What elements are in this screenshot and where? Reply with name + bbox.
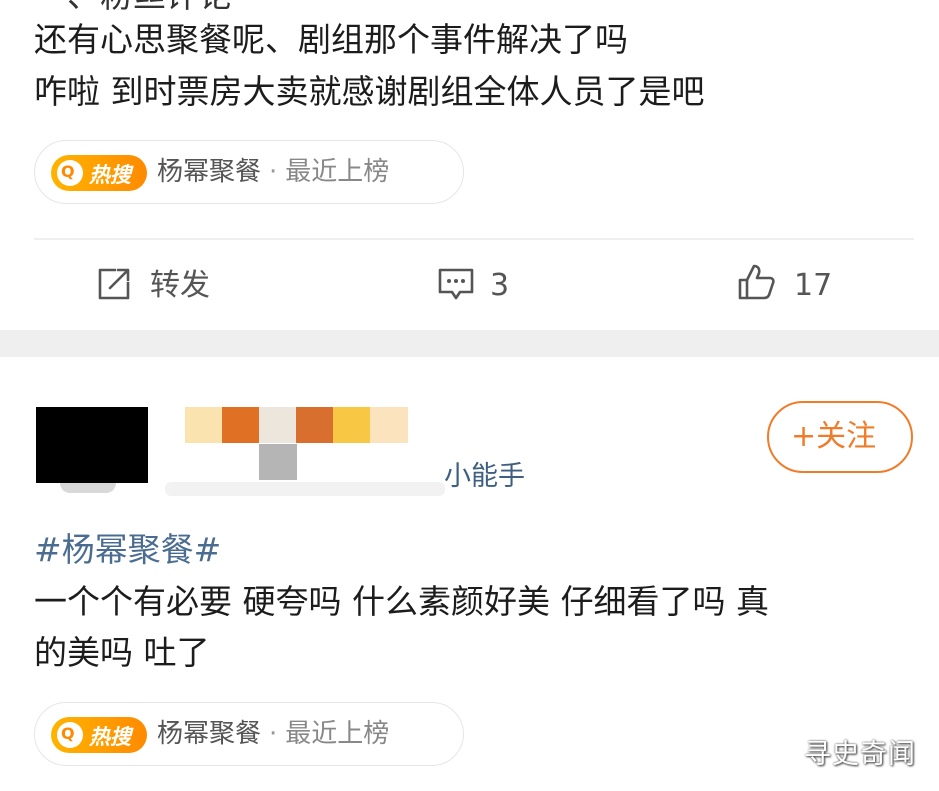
search-icon: Q <box>57 722 83 748</box>
mosaic-cell <box>185 407 223 443</box>
hot-search-badge: Q 热搜 <box>51 155 147 191</box>
comment-button[interactable]: 3 <box>436 264 526 308</box>
mosaic-cell <box>222 407 260 443</box>
hot-search-status: 最近上榜 <box>285 719 390 749</box>
comment-count: 3 <box>490 268 510 303</box>
divider <box>34 238 914 240</box>
post-text-line: 一个个有必要 硬夸吗 什么素颜好美 仔细看了吗 真 <box>34 582 769 621</box>
hot-search-badge-label: 热搜 <box>89 725 131 749</box>
hot-search-topic: 杨幂聚餐 <box>157 157 262 187</box>
hot-search-badge-label: 热搜 <box>89 163 131 187</box>
avatar[interactable] <box>36 407 148 483</box>
thumbs-up-icon <box>738 264 775 300</box>
hot-search-tag[interactable]: Q 热搜 杨幂聚餐 · 最近上榜 <box>34 140 464 204</box>
watermark: 寻史奇闻 <box>804 739 916 770</box>
mosaic-cell <box>259 407 297 443</box>
share-icon <box>98 268 130 300</box>
post-text-line: 还有心思聚餐呢、剧组那个事件解决了吗 <box>34 20 628 59</box>
follow-button[interactable]: +关注 <box>767 401 913 473</box>
repost-button[interactable]: 转发 <box>94 264 234 308</box>
post-text-truncated: 一、粉丝评论 <box>34 0 232 16</box>
user-title: 小能手 <box>444 461 525 492</box>
hot-search-text: 杨幂聚餐 · 最近上榜 <box>157 716 389 752</box>
hot-search-separator: · <box>269 157 278 187</box>
mosaic-cell <box>333 407 371 443</box>
search-icon: Q <box>57 160 83 186</box>
mosaic-cell <box>370 407 408 443</box>
hot-search-status: 最近上榜 <box>285 157 390 187</box>
mosaic-cell <box>259 444 297 480</box>
hot-search-badge: Q 热搜 <box>51 717 147 753</box>
hot-search-text: 杨幂聚餐 · 最近上榜 <box>157 154 389 190</box>
hot-search-separator: · <box>269 719 278 749</box>
comment-icon <box>438 268 474 300</box>
hot-search-tag[interactable]: Q 热搜 杨幂聚餐 · 最近上榜 <box>34 702 464 766</box>
follow-label: +关注 <box>791 419 877 454</box>
repost-label: 转发 <box>150 268 210 303</box>
post-card-1: 一、粉丝评论 还有心思聚餐呢、剧组那个事件解决了吗 咋啦 到时票房大卖就感谢剧组… <box>0 0 939 330</box>
feed-separator <box>0 330 939 357</box>
like-button[interactable]: 17 <box>736 264 846 308</box>
post-text-line: 的美吗 吐了 <box>34 633 210 672</box>
blurred-username <box>165 482 445 496</box>
post-text-line: 咋啦 到时票房大卖就感谢剧组全体人员了是吧 <box>34 72 705 111</box>
avatar-edge <box>60 483 116 493</box>
hashtag-link[interactable]: #杨幂聚餐# <box>34 530 221 570</box>
mosaic-cell <box>296 407 334 443</box>
hot-search-topic: 杨幂聚餐 <box>157 719 262 749</box>
like-count: 17 <box>794 268 833 303</box>
